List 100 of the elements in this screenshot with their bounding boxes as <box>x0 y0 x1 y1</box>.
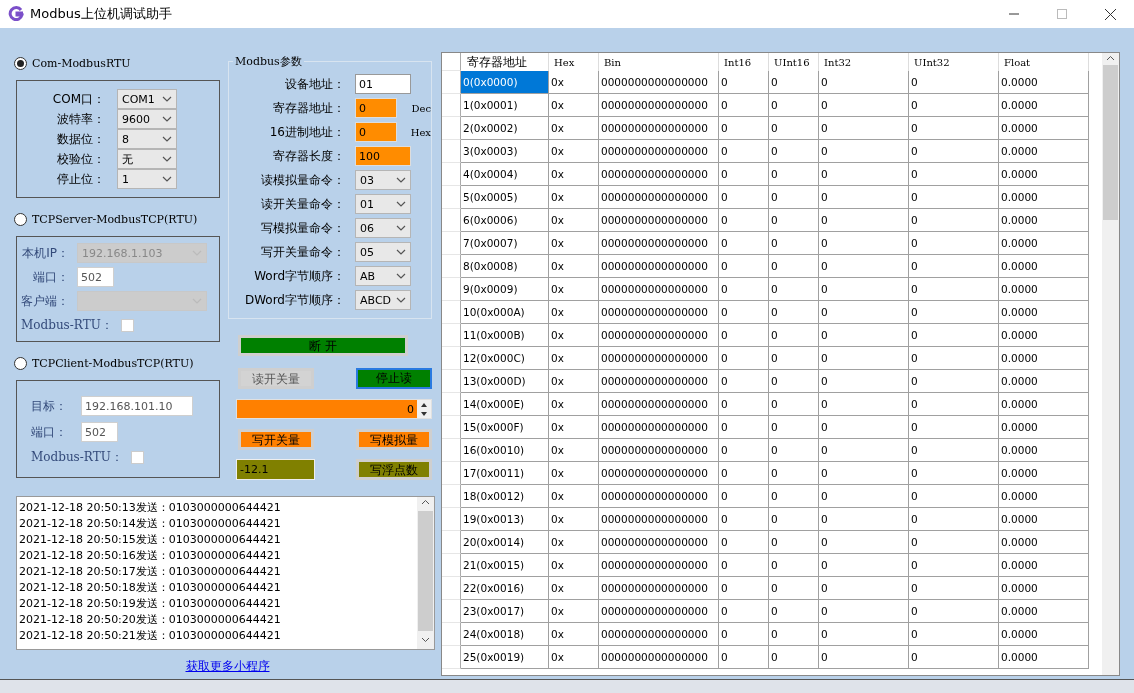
table-cell[interactable]: 0 <box>769 117 819 140</box>
table-cell[interactable]: 0 <box>819 186 909 209</box>
table-cell[interactable]: 0000000000000000 <box>599 439 719 462</box>
checkbox[interactable] <box>120 318 134 332</box>
dropdown[interactable]: COM1 <box>117 89 177 109</box>
table-cell[interactable]: 0 <box>909 508 999 531</box>
table-cell[interactable]: 0000000000000000 <box>599 600 719 623</box>
table-cell[interactable]: 18(0x0012) <box>461 485 549 508</box>
table-cell[interactable]: 0 <box>909 209 999 232</box>
table-cell[interactable]: 0 <box>769 71 819 94</box>
table-cell[interactable]: 0 <box>769 462 819 485</box>
table-cell[interactable]: 0000000000000000 <box>599 163 719 186</box>
table-cell[interactable]: 17(0x0011) <box>461 462 549 485</box>
table-cell[interactable]: 1(0x0001) <box>461 94 549 117</box>
table-cell[interactable]: 0 <box>819 531 909 554</box>
table-cell[interactable]: 0.0000 <box>999 186 1089 209</box>
table-cell[interactable]: 0x <box>549 393 599 416</box>
table-cell[interactable]: 0.0000 <box>999 209 1089 232</box>
table-cell[interactable]: 0000000000000000 <box>599 370 719 393</box>
table-cell[interactable]: 0 <box>719 646 769 669</box>
table-cell[interactable]: 0 <box>719 577 769 600</box>
table-cell[interactable]: 0000000000000000 <box>599 324 719 347</box>
table-cell[interactable]: 11(0x000B) <box>461 324 549 347</box>
dropdown[interactable]: 01 <box>355 194 411 214</box>
dropdown[interactable]: 无 <box>117 149 177 169</box>
table-cell[interactable]: 0000000000000000 <box>599 71 719 94</box>
table-cell[interactable]: 0 <box>719 71 769 94</box>
table-cell[interactable]: 20(0x0014) <box>461 531 549 554</box>
dropdown[interactable]: 8 <box>117 129 177 149</box>
table-cell[interactable]: 3(0x0003) <box>461 140 549 163</box>
table-cell[interactable]: 0 <box>909 416 999 439</box>
table-cell[interactable]: 0.0000 <box>999 255 1089 278</box>
table-cell[interactable]: 0.0000 <box>999 232 1089 255</box>
table-cell[interactable]: 0.0000 <box>999 140 1089 163</box>
input-field[interactable]: 01 <box>355 74 411 94</box>
table-cell[interactable]: 0000000000000000 <box>599 209 719 232</box>
table-cell[interactable]: 0x <box>549 301 599 324</box>
float-input-field[interactable]: -12.1 <box>236 459 315 480</box>
radio-button[interactable]: Com-ModbusRTU <box>14 52 220 74</box>
table-cell[interactable]: 0 <box>769 393 819 416</box>
table-cell[interactable]: 0x <box>549 600 599 623</box>
table-cell[interactable]: 12(0x000C) <box>461 347 549 370</box>
table-cell[interactable]: 0000000000000000 <box>599 140 719 163</box>
table-cell[interactable]: 0x <box>549 577 599 600</box>
table-cell[interactable]: 4(0x0004) <box>461 163 549 186</box>
table-cell[interactable]: 0 <box>819 163 909 186</box>
table-cell[interactable]: 0 <box>909 462 999 485</box>
table-cell[interactable]: 0 <box>819 140 909 163</box>
table-cell[interactable]: 0 <box>819 301 909 324</box>
table-cell[interactable]: 0x <box>549 140 599 163</box>
table-cell[interactable]: 0x <box>549 209 599 232</box>
table-cell[interactable]: 0.0000 <box>999 623 1089 646</box>
checkbox[interactable] <box>130 450 144 464</box>
table-cell[interactable]: 0 <box>769 485 819 508</box>
spin-arrows-icon[interactable] <box>417 400 431 418</box>
table-cell[interactable]: 0(0x0000) <box>461 71 549 94</box>
table-cell[interactable]: 0.0000 <box>999 416 1089 439</box>
input-field[interactable]: 192.168.101.10 <box>81 396 193 416</box>
table-cell[interactable]: 0 <box>719 347 769 370</box>
table-cell[interactable]: 0 <box>719 301 769 324</box>
table-cell[interactable]: 0 <box>769 186 819 209</box>
table-cell[interactable]: 0 <box>719 232 769 255</box>
table-cell[interactable]: 0.0000 <box>999 71 1089 94</box>
table-cell[interactable]: 0000000000000000 <box>599 301 719 324</box>
table-cell[interactable]: 22(0x0016) <box>461 577 549 600</box>
scroll-up-icon[interactable] <box>1106 55 1115 61</box>
table-cell[interactable]: 0 <box>819 439 909 462</box>
table-cell[interactable]: 0 <box>719 600 769 623</box>
input-field[interactable]: 100 <box>355 146 411 166</box>
table-cell[interactable]: 0.0000 <box>999 393 1089 416</box>
table-cell[interactable]: 0 <box>769 370 819 393</box>
table-cell[interactable]: 0 <box>769 439 819 462</box>
table-cell[interactable]: 0.0000 <box>999 324 1089 347</box>
table-cell[interactable]: 0 <box>719 209 769 232</box>
table-cell[interactable]: 0 <box>819 209 909 232</box>
table-cell[interactable]: 0 <box>819 508 909 531</box>
table-cell[interactable]: 0x <box>549 439 599 462</box>
input-field[interactable]: 502 <box>77 267 114 287</box>
table-cell[interactable]: 0 <box>909 600 999 623</box>
table-cell[interactable]: 0 <box>719 393 769 416</box>
table-cell[interactable]: 21(0x0015) <box>461 554 549 577</box>
table-cell[interactable]: 0 <box>719 140 769 163</box>
table-cell[interactable]: 0 <box>909 577 999 600</box>
table-cell[interactable]: 0.0000 <box>999 439 1089 462</box>
table-cell[interactable]: 0 <box>909 117 999 140</box>
table-cell[interactable]: 0 <box>909 163 999 186</box>
table-cell[interactable]: 8(0x0008) <box>461 255 549 278</box>
table-cell[interactable]: 0x <box>549 531 599 554</box>
table-cell[interactable]: 0 <box>719 439 769 462</box>
dropdown[interactable]: AB <box>355 266 411 286</box>
table-cell[interactable]: 0 <box>819 485 909 508</box>
table-cell[interactable]: 0 <box>769 531 819 554</box>
table-cell[interactable]: 0 <box>769 324 819 347</box>
table-cell[interactable]: 0 <box>769 623 819 646</box>
table-cell[interactable]: 0000000000000000 <box>599 462 719 485</box>
table-cell[interactable]: 0 <box>719 462 769 485</box>
table-cell[interactable]: 0 <box>769 209 819 232</box>
table-cell[interactable]: 0000000000000000 <box>599 554 719 577</box>
table-cell[interactable]: 0 <box>909 71 999 94</box>
table-cell[interactable]: 0 <box>769 554 819 577</box>
